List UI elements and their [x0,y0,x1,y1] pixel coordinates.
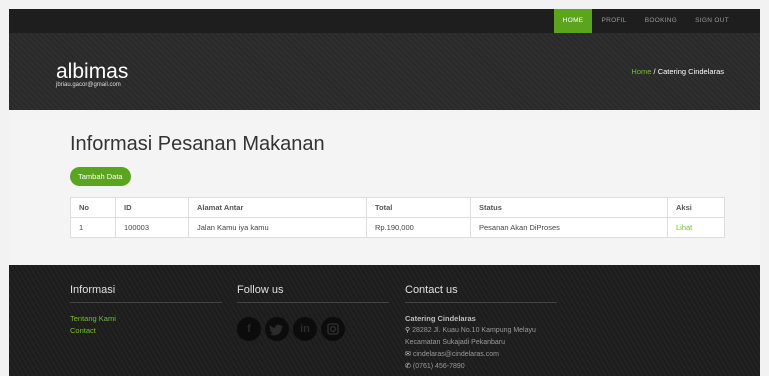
footer-link-contact[interactable]: Contact [70,325,222,337]
table-row: 1 100003 Jalan Kamu iya kamu Rp.190,000 … [70,217,725,238]
contact-name: Catering Cindelaras [405,314,476,323]
footer-info-heading: Informasi [70,265,222,303]
contact-address-line1: ⚲ 28282 Jl. Kuau No.10 Kampung Melayu [405,325,557,337]
view-link[interactable]: Lihat [667,217,725,238]
page-title: Informasi Pesanan Makanan [70,133,325,155]
nav-booking[interactable]: BOOKING [636,9,686,33]
cell-id: 100003 [115,217,189,238]
cell-status: Pesanan Akan DiProses [470,217,668,238]
table-header-row: No ID Alamat Antar Total Status Aksi [70,197,725,218]
nav-sign-out[interactable]: SIGN OUT [686,9,738,33]
col-header-address: Alamat Antar [188,197,367,218]
footer-contact-heading: Contact us [405,265,557,303]
contact-phone-text: (0761) 456-7890 [412,363,465,370]
col-header-action: Aksi [667,197,725,218]
nav-profil[interactable]: PROFIL [592,9,635,33]
linkedin-icon[interactable]: in [293,317,317,341]
cell-address: Jalan Kamu iya kamu [188,217,367,238]
twitter-icon[interactable] [265,317,289,341]
breadcrumb-current: Catering Cindelaras [657,67,724,76]
cell-total: Rp.190,000 [366,217,471,238]
cell-no: 1 [70,217,116,238]
breadcrumb-home[interactable]: Home [631,67,651,76]
col-header-total: Total [366,197,471,218]
col-header-no: No [70,197,116,218]
contact-phone-line: ✆ (0761) 456-7890 [405,361,557,373]
main-content: Informasi Pesanan Makanan Tambah Data No… [9,110,760,275]
contact-email-text[interactable]: cindelaras@cindelaras.com [413,351,499,358]
orders-table: No ID Alamat Antar Total Status Aksi 1 1… [70,197,725,238]
facebook-icon[interactable]: f [237,317,261,341]
contact-details: Catering Cindelaras ⚲ 28282 Jl. Kuau No.1… [405,313,557,373]
footer-info-links: Tentang Kami Contact [70,313,222,337]
contact-email-line: ✉ cindelaras@cindelaras.com [405,349,557,361]
col-header-id: ID [115,197,189,218]
add-data-button[interactable]: Tambah Data [70,167,131,186]
footer-link-about[interactable]: Tentang Kami [70,313,222,325]
col-header-status: Status [470,197,668,218]
footer-follow-column: Follow us f in [237,265,389,341]
footer-info-column: Informasi Tentang Kami Contact [70,265,222,337]
nav-home[interactable]: HOME [553,9,593,33]
page-footer: Informasi Tentang Kami Contact Follow us… [9,265,760,376]
page-header: albimas jbriau.gacor@gmail.com Home / Ca… [9,33,760,110]
envelope-icon: ✉ [405,351,411,358]
top-nav-bar: HOME PROFIL BOOKING SIGN OUT [9,9,760,33]
social-icons: f in [237,317,389,341]
page: HOME PROFIL BOOKING SIGN OUT albimas jbr… [9,9,760,376]
phone-icon: ✆ [405,363,411,370]
user-email: jbriau.gacor@gmail.com [56,82,121,88]
breadcrumb: Home / Catering Cindelaras [631,67,724,76]
contact-address1-text: 28282 Jl. Kuau No.10 Kampung Melayu [412,327,536,334]
footer-follow-heading: Follow us [237,265,389,303]
main-nav: HOME PROFIL BOOKING SIGN OUT [553,9,738,33]
instagram-icon[interactable] [321,317,345,341]
site-brand[interactable]: albimas [56,60,128,84]
footer-contact-column: Contact us Catering Cindelaras ⚲ 28282 Jl… [405,265,557,373]
contact-address-line2: Kecamatan Sukajadi Pekanbaru [405,339,506,346]
map-marker-icon: ⚲ [405,327,411,334]
